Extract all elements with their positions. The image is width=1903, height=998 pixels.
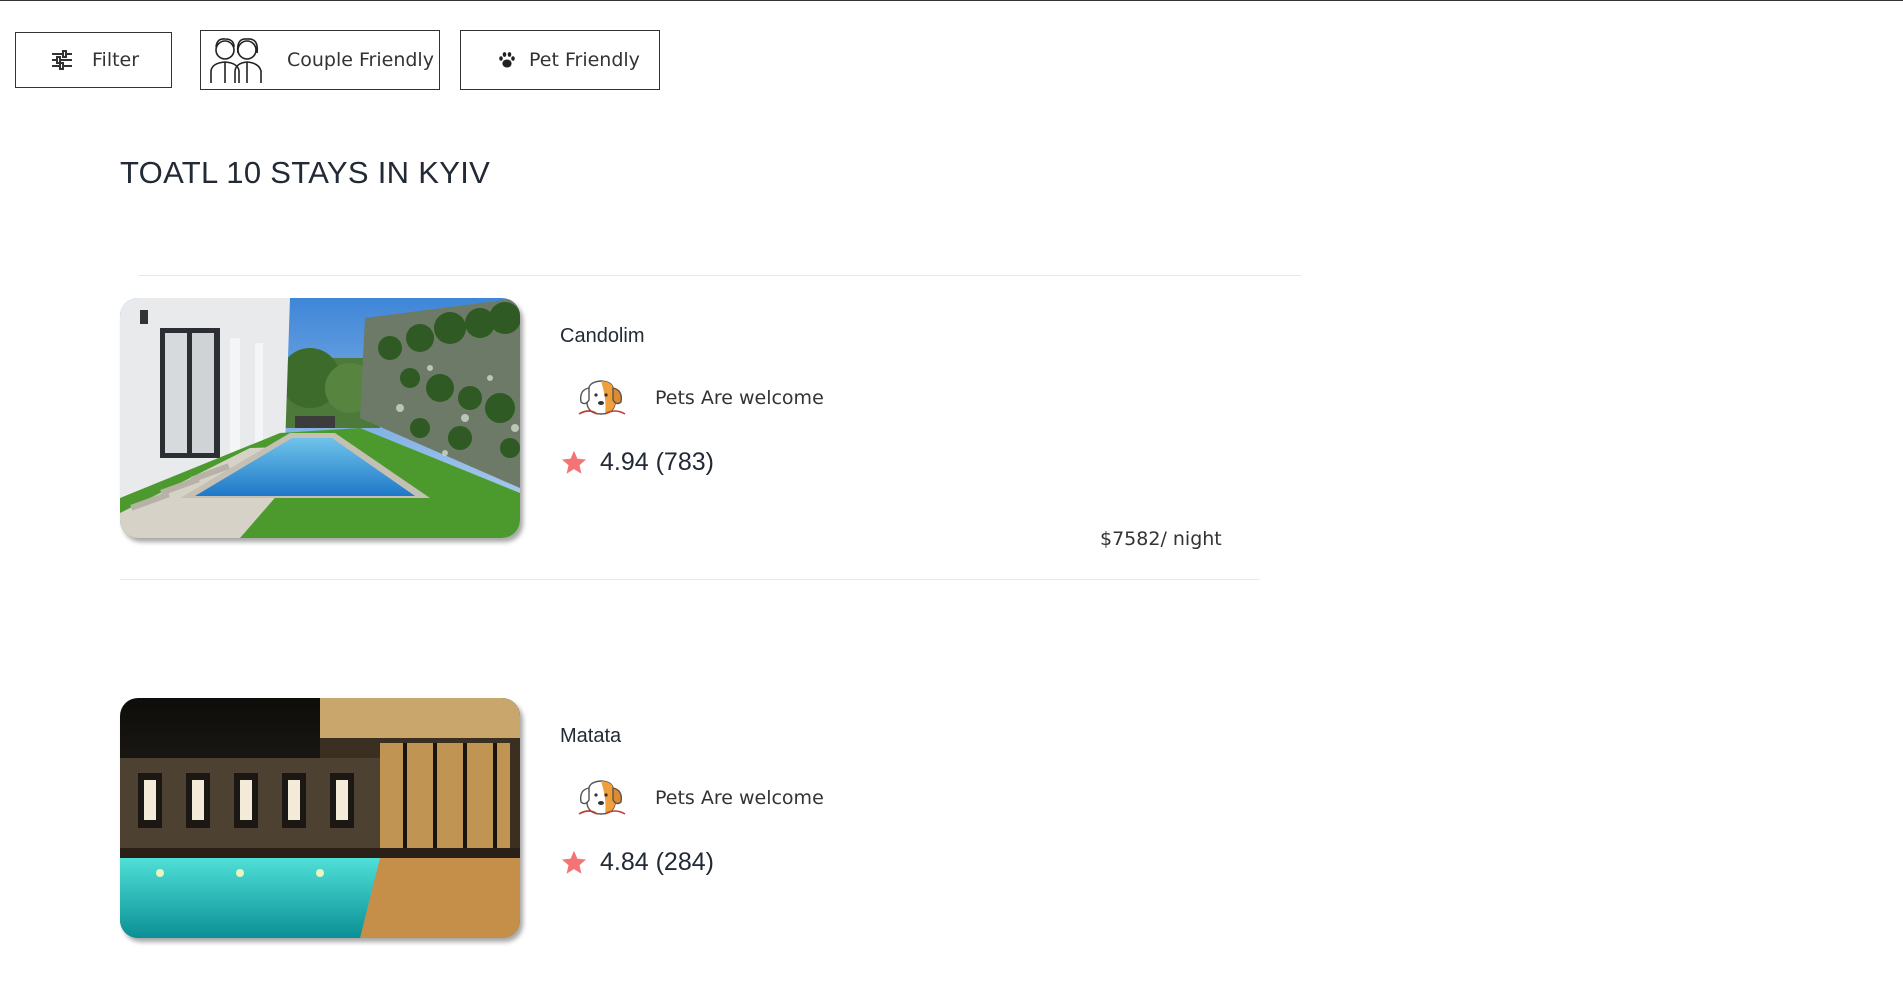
price-per-night: $7582/ night bbox=[1100, 528, 1222, 550]
rating-value: 4.84 (284) bbox=[600, 848, 714, 876]
divider bbox=[138, 275, 1301, 276]
dog-icon bbox=[575, 778, 629, 818]
dog-icon bbox=[575, 378, 629, 418]
rating-value: 4.94 (783) bbox=[600, 448, 714, 476]
amenity-pets: Pets Are welcome bbox=[575, 378, 824, 418]
filter-bar: Filter Couple Friendly Pet Friendly bbox=[0, 0, 1903, 110]
results-title: TOATL 10 STAYS IN KYIV bbox=[120, 155, 491, 190]
stay-name[interactable]: Matata bbox=[560, 725, 621, 748]
pet-friendly-label: Pet Friendly bbox=[529, 49, 640, 71]
stay-card[interactable]: Matata Pets Are welcome 4.84 (284) bbox=[120, 698, 1260, 998]
filter-button[interactable]: Filter bbox=[15, 32, 172, 88]
star-icon bbox=[560, 449, 588, 477]
amenity-label: Pets Are welcome bbox=[655, 387, 824, 409]
stay-photo[interactable] bbox=[120, 698, 520, 938]
couple-icon bbox=[209, 35, 263, 85]
couple-friendly-button[interactable]: Couple Friendly bbox=[200, 30, 440, 90]
divider bbox=[120, 579, 1260, 580]
sliders-icon bbox=[50, 48, 74, 72]
stay-photo[interactable] bbox=[120, 298, 520, 538]
rating: 4.84 (284) bbox=[560, 848, 714, 877]
stay-card[interactable]: Candolim Pets Are welcome 4.94 (783) $75… bbox=[120, 298, 1260, 598]
filter-button-label: Filter bbox=[92, 49, 140, 71]
paw-icon bbox=[497, 50, 517, 70]
couple-friendly-label: Couple Friendly bbox=[287, 49, 434, 71]
pet-friendly-button[interactable]: Pet Friendly bbox=[460, 30, 660, 90]
amenity-label: Pets Are welcome bbox=[655, 787, 824, 809]
rating: 4.94 (783) bbox=[560, 448, 714, 477]
star-icon bbox=[560, 849, 588, 877]
amenity-pets: Pets Are welcome bbox=[575, 778, 824, 818]
stay-name[interactable]: Candolim bbox=[560, 325, 644, 348]
